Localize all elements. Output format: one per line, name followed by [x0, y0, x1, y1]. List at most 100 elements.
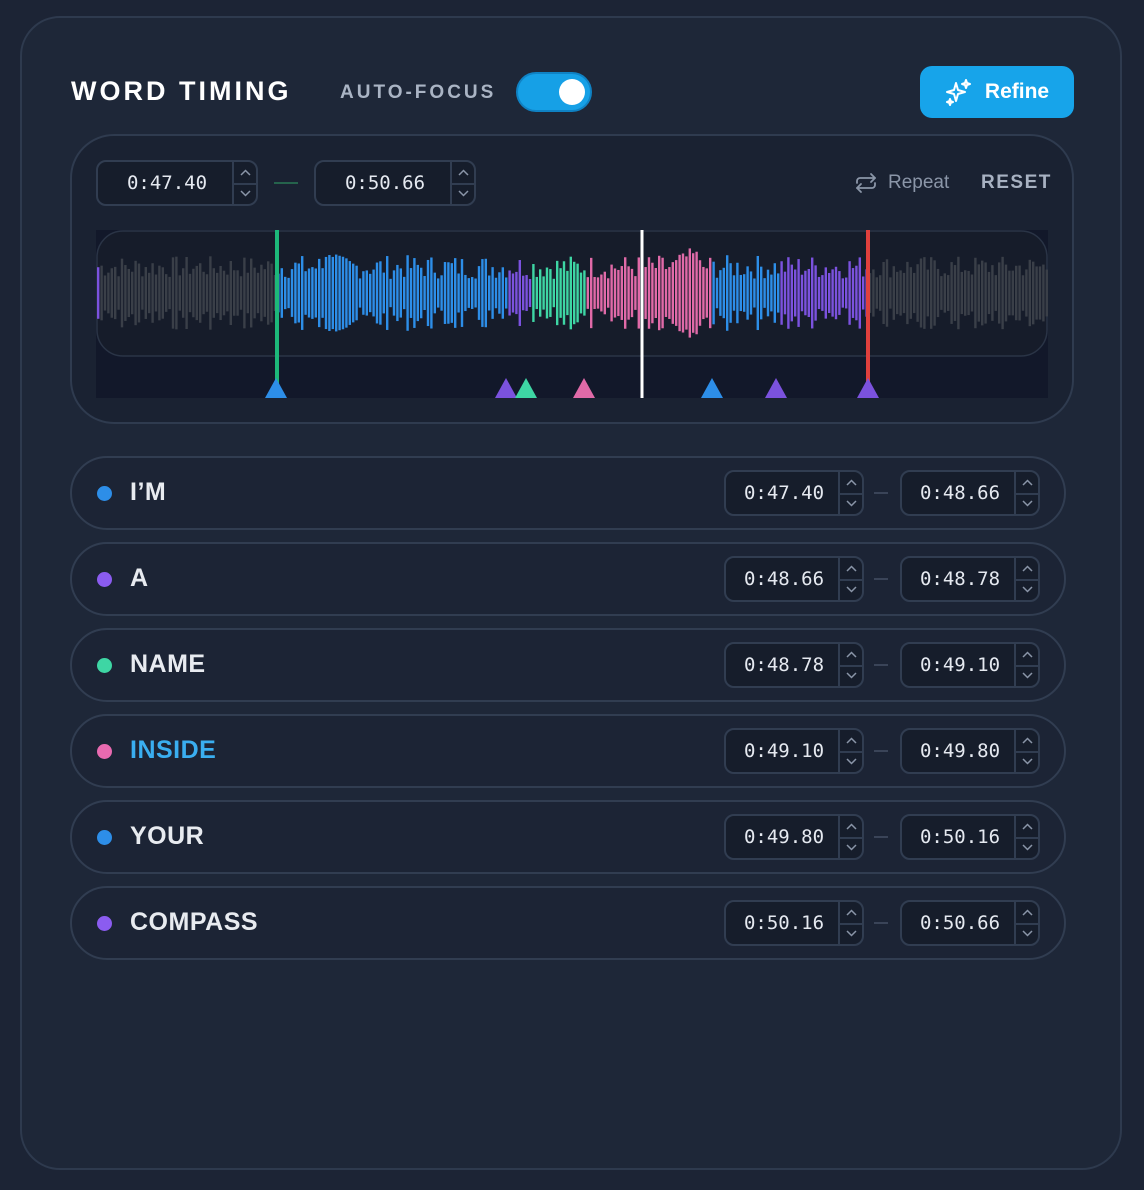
decrement-button[interactable] — [1016, 579, 1038, 600]
decrement-button[interactable] — [1016, 493, 1038, 514]
waveform-bar — [226, 274, 229, 312]
word-row[interactable]: INSIDE 0:49.10 0:49.80 — [70, 714, 1066, 788]
chevron-up-icon — [457, 169, 469, 176]
word-end-input[interactable]: 0:48.78 — [900, 556, 1040, 602]
waveform-bar — [930, 257, 933, 329]
decrement-button[interactable] — [1016, 665, 1038, 686]
waveform-bar — [841, 278, 844, 308]
decrement-button[interactable] — [840, 751, 862, 772]
word-start-input[interactable]: 0:49.10 — [724, 728, 864, 774]
decrement-button[interactable] — [452, 183, 474, 204]
waveform-bar — [688, 248, 691, 338]
increment-button[interactable] — [840, 644, 862, 667]
decrement-button[interactable] — [840, 493, 862, 514]
waveform-bar — [783, 271, 787, 315]
waveform[interactable] — [96, 230, 1048, 398]
waveform-bar — [940, 276, 943, 310]
increment-button[interactable] — [1016, 730, 1038, 753]
waveform-bar — [858, 257, 861, 329]
waveform-bar — [107, 272, 110, 314]
decrement-button[interactable] — [840, 837, 862, 858]
waveform-bar — [936, 268, 940, 318]
autofocus-toggle[interactable] — [516, 72, 592, 112]
waveform-bar — [362, 271, 365, 315]
word-row[interactable]: COMPASS 0:50.16 0:50.66 — [70, 886, 1066, 960]
word-row[interactable]: YOUR 0:49.80 0:50.16 — [70, 800, 1066, 874]
reset-button[interactable]: RESET — [981, 172, 1052, 194]
waveform-bar — [896, 271, 899, 315]
waveform-bar — [287, 277, 290, 309]
waveform-bar — [664, 269, 668, 317]
panel-title: WORD TIMING — [71, 76, 292, 106]
range-end-input[interactable]: 0:50.66 — [314, 160, 476, 206]
increment-button[interactable] — [1016, 644, 1038, 667]
decrement-button[interactable] — [1016, 751, 1038, 772]
waveform-bar — [926, 269, 929, 317]
waveform-bar — [698, 260, 702, 326]
waveform-bar — [158, 265, 161, 321]
increment-button[interactable] — [840, 472, 862, 495]
word-start-input[interactable]: 0:49.80 — [724, 814, 864, 860]
word-end-input[interactable]: 0:50.16 — [900, 814, 1040, 860]
repeat-button[interactable]: Repeat — [854, 172, 949, 194]
decrement-button[interactable] — [840, 579, 862, 600]
range-end-stepper — [450, 162, 474, 204]
increment-button[interactable] — [1016, 558, 1038, 581]
increment-button[interactable] — [1016, 816, 1038, 839]
decrement-button[interactable] — [234, 183, 256, 204]
decrement-button[interactable] — [840, 923, 862, 944]
waveform-bar — [250, 258, 253, 328]
increment-button[interactable] — [1016, 902, 1038, 925]
increment-button[interactable] — [1016, 472, 1038, 495]
refine-button[interactable]: Refine — [920, 66, 1074, 118]
waveform-bar — [1032, 261, 1035, 325]
waveform-bar — [692, 253, 695, 333]
word-start-input[interactable]: 0:48.78 — [724, 642, 864, 688]
waveform-bar — [651, 262, 654, 324]
word-row[interactable]: NAME 0:48.78 0:49.10 — [70, 628, 1066, 702]
chevron-up-icon — [1021, 479, 1033, 486]
word-end-input[interactable]: 0:50.66 — [900, 900, 1040, 946]
waveform-bar — [712, 261, 715, 325]
increment-button[interactable] — [840, 730, 862, 753]
word-row[interactable]: I’M 0:47.40 0:48.66 — [70, 456, 1066, 530]
waveform-bar — [426, 259, 430, 327]
waveform-bar — [505, 277, 508, 309]
waveform-bar — [994, 275, 997, 311]
waveform-bar — [423, 275, 426, 311]
word-end-input[interactable]: 0:48.66 — [900, 470, 1040, 516]
waveform-bar — [851, 268, 855, 318]
waveform-bar — [307, 268, 311, 318]
word-start-input[interactable]: 0:50.16 — [724, 900, 864, 946]
waveform-bar — [182, 268, 185, 318]
waveform-bar — [658, 255, 661, 331]
waveform-bar — [97, 267, 100, 319]
waveform-bar — [127, 268, 130, 318]
waveform-bar — [824, 267, 827, 319]
word-start-input[interactable]: 0:48.66 — [724, 556, 864, 602]
word-end-input[interactable]: 0:49.80 — [900, 728, 1040, 774]
chevron-up-icon — [1021, 909, 1033, 916]
increment-button[interactable] — [840, 816, 862, 839]
decrement-button[interactable] — [1016, 923, 1038, 944]
increment-button[interactable] — [234, 162, 256, 185]
increment-button[interactable] — [840, 902, 862, 925]
range-start-input[interactable]: 0:47.40 — [96, 160, 258, 206]
end-marker-line — [866, 230, 870, 398]
word-end-input[interactable]: 0:49.10 — [900, 642, 1040, 688]
chevron-up-icon — [845, 909, 857, 916]
decrement-button[interactable] — [840, 665, 862, 686]
waveform-bar — [984, 262, 987, 324]
waveform-bar — [501, 267, 504, 319]
waveform-bar — [219, 265, 222, 321]
decrement-button[interactable] — [1016, 837, 1038, 858]
increment-button[interactable] — [840, 558, 862, 581]
waveform-bar — [348, 261, 351, 325]
increment-button[interactable] — [452, 162, 474, 185]
waveform-bar — [654, 267, 657, 319]
chevron-up-icon — [1021, 565, 1033, 572]
waveform-bar — [838, 271, 841, 315]
word-label: INSIDE — [130, 736, 217, 764]
word-start-input[interactable]: 0:47.40 — [724, 470, 864, 516]
word-row[interactable]: A 0:48.66 0:48.78 — [70, 542, 1066, 616]
